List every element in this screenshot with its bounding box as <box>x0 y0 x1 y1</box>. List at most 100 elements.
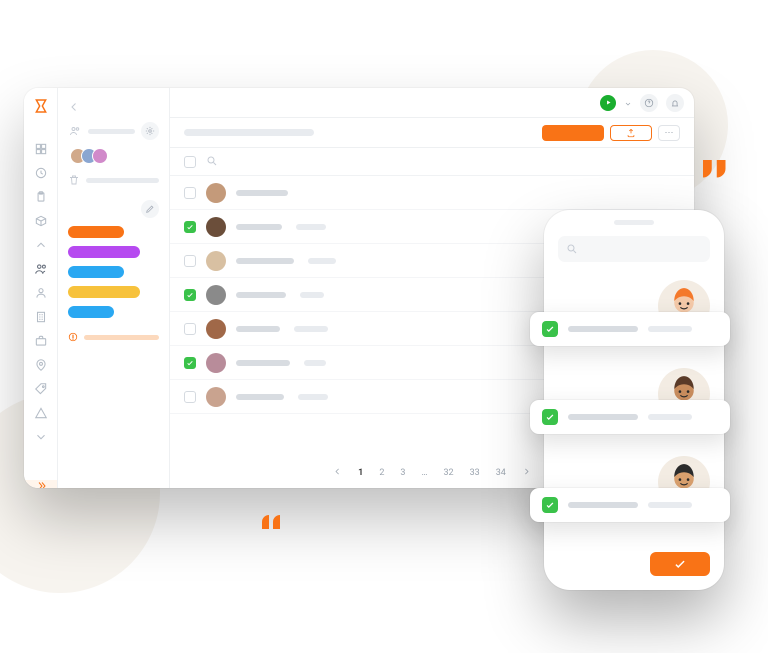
chevron-down-icon[interactable] <box>33 430 49 444</box>
avatar <box>206 285 226 305</box>
breadcrumb-skeleton <box>184 129 314 136</box>
sidebar <box>58 88 170 488</box>
list-row[interactable] <box>170 176 694 210</box>
sub-skeleton <box>296 224 326 230</box>
skeleton-text <box>86 178 159 183</box>
briefcase-icon[interactable] <box>33 334 49 348</box>
play-menu-caret[interactable] <box>624 93 632 112</box>
dashboard-icon[interactable] <box>33 142 49 156</box>
sub-skeleton <box>298 394 328 400</box>
edit-button[interactable] <box>141 200 159 218</box>
sidebar-tag[interactable] <box>68 306 114 318</box>
page-number[interactable]: 32 <box>440 466 456 480</box>
sidebar-tag[interactable] <box>68 266 124 278</box>
select-all-checkbox[interactable] <box>184 156 196 168</box>
name-skeleton <box>568 414 638 420</box>
skeleton-text <box>84 335 159 340</box>
primary-action-button[interactable] <box>542 125 604 141</box>
contact-item[interactable] <box>558 456 710 508</box>
sidebar-warning-row[interactable] <box>68 332 159 342</box>
search-input[interactable] <box>558 236 710 262</box>
sub-skeleton <box>308 258 336 264</box>
clipboard-icon[interactable] <box>33 190 49 204</box>
search-icon[interactable] <box>206 152 218 171</box>
users-icon[interactable] <box>33 262 49 276</box>
clock-icon[interactable] <box>33 166 49 180</box>
row-checkbox[interactable] <box>184 357 196 369</box>
name-skeleton <box>236 360 290 366</box>
name-skeleton <box>568 326 638 332</box>
triangle-icon[interactable] <box>33 406 49 420</box>
next-page-button[interactable] <box>519 465 534 481</box>
page-number[interactable]: 34 <box>493 466 509 480</box>
name-skeleton <box>236 258 294 264</box>
play-button[interactable] <box>600 95 616 111</box>
contact-card[interactable] <box>530 400 730 434</box>
chevron-up-icon[interactable] <box>33 238 49 252</box>
building-icon[interactable] <box>33 310 49 324</box>
top-bar <box>170 88 694 118</box>
sub-skeleton <box>648 502 692 508</box>
contact-checkbox[interactable] <box>542 321 558 337</box>
name-skeleton <box>236 292 286 298</box>
contact-item[interactable] <box>558 368 710 420</box>
row-checkbox[interactable] <box>184 187 196 199</box>
notifications-button[interactable] <box>666 94 684 112</box>
sidebar-tag[interactable] <box>68 286 140 298</box>
name-skeleton <box>236 224 282 230</box>
people-icon <box>68 124 82 138</box>
nav-rail <box>24 88 58 488</box>
avatar <box>206 353 226 373</box>
confirm-button[interactable] <box>650 552 710 576</box>
app-logo-icon <box>32 98 50 114</box>
skeleton-text <box>88 129 135 134</box>
row-checkbox[interactable] <box>184 255 196 267</box>
row-checkbox[interactable] <box>184 323 196 335</box>
prev-page-button[interactable] <box>330 465 345 481</box>
box-icon[interactable] <box>33 214 49 228</box>
more-button[interactable]: ⋯ <box>658 125 680 141</box>
expand-rail-button[interactable] <box>24 480 57 488</box>
row-checkbox[interactable] <box>184 221 196 233</box>
page-number[interactable]: 2 <box>376 466 387 480</box>
sidebar-tag[interactable] <box>68 226 124 238</box>
sidebar-filter-row[interactable] <box>68 122 159 140</box>
page-number[interactable]: 3 <box>397 466 408 480</box>
toolbar: ⋯ <box>170 118 694 148</box>
name-skeleton <box>236 190 288 196</box>
contact-checkbox[interactable] <box>542 409 558 425</box>
decorative-quote-icon <box>260 509 284 533</box>
contact-item[interactable] <box>558 280 710 332</box>
sidebar-tag[interactable] <box>68 246 140 258</box>
sidebar-avatar-stack[interactable] <box>68 148 159 164</box>
avatar <box>206 387 226 407</box>
decorative-quote-icon <box>698 155 728 185</box>
row-checkbox[interactable] <box>184 391 196 403</box>
name-skeleton <box>236 326 280 332</box>
tag-icon[interactable] <box>33 382 49 396</box>
sub-skeleton <box>300 292 324 298</box>
avatar <box>206 319 226 339</box>
contact-card[interactable] <box>530 488 730 522</box>
export-button[interactable] <box>610 125 652 141</box>
help-button[interactable] <box>640 94 658 112</box>
list-header <box>170 148 694 176</box>
name-skeleton <box>236 394 284 400</box>
sub-skeleton <box>304 360 326 366</box>
row-checkbox[interactable] <box>184 289 196 301</box>
pin-icon[interactable] <box>33 358 49 372</box>
avatar <box>92 148 108 164</box>
phone-notch <box>614 220 654 225</box>
avatar <box>206 217 226 237</box>
page-number[interactable]: 1 <box>355 466 366 480</box>
contact-card[interactable] <box>530 312 730 346</box>
sub-skeleton <box>294 326 328 332</box>
user-icon[interactable] <box>33 286 49 300</box>
back-button[interactable] <box>68 98 82 112</box>
page-number[interactable]: 33 <box>467 466 483 480</box>
contact-checkbox[interactable] <box>542 497 558 513</box>
sidebar-archived-row[interactable] <box>68 174 159 186</box>
avatar <box>206 251 226 271</box>
contact-list <box>558 262 710 552</box>
settings-button[interactable] <box>141 122 159 140</box>
